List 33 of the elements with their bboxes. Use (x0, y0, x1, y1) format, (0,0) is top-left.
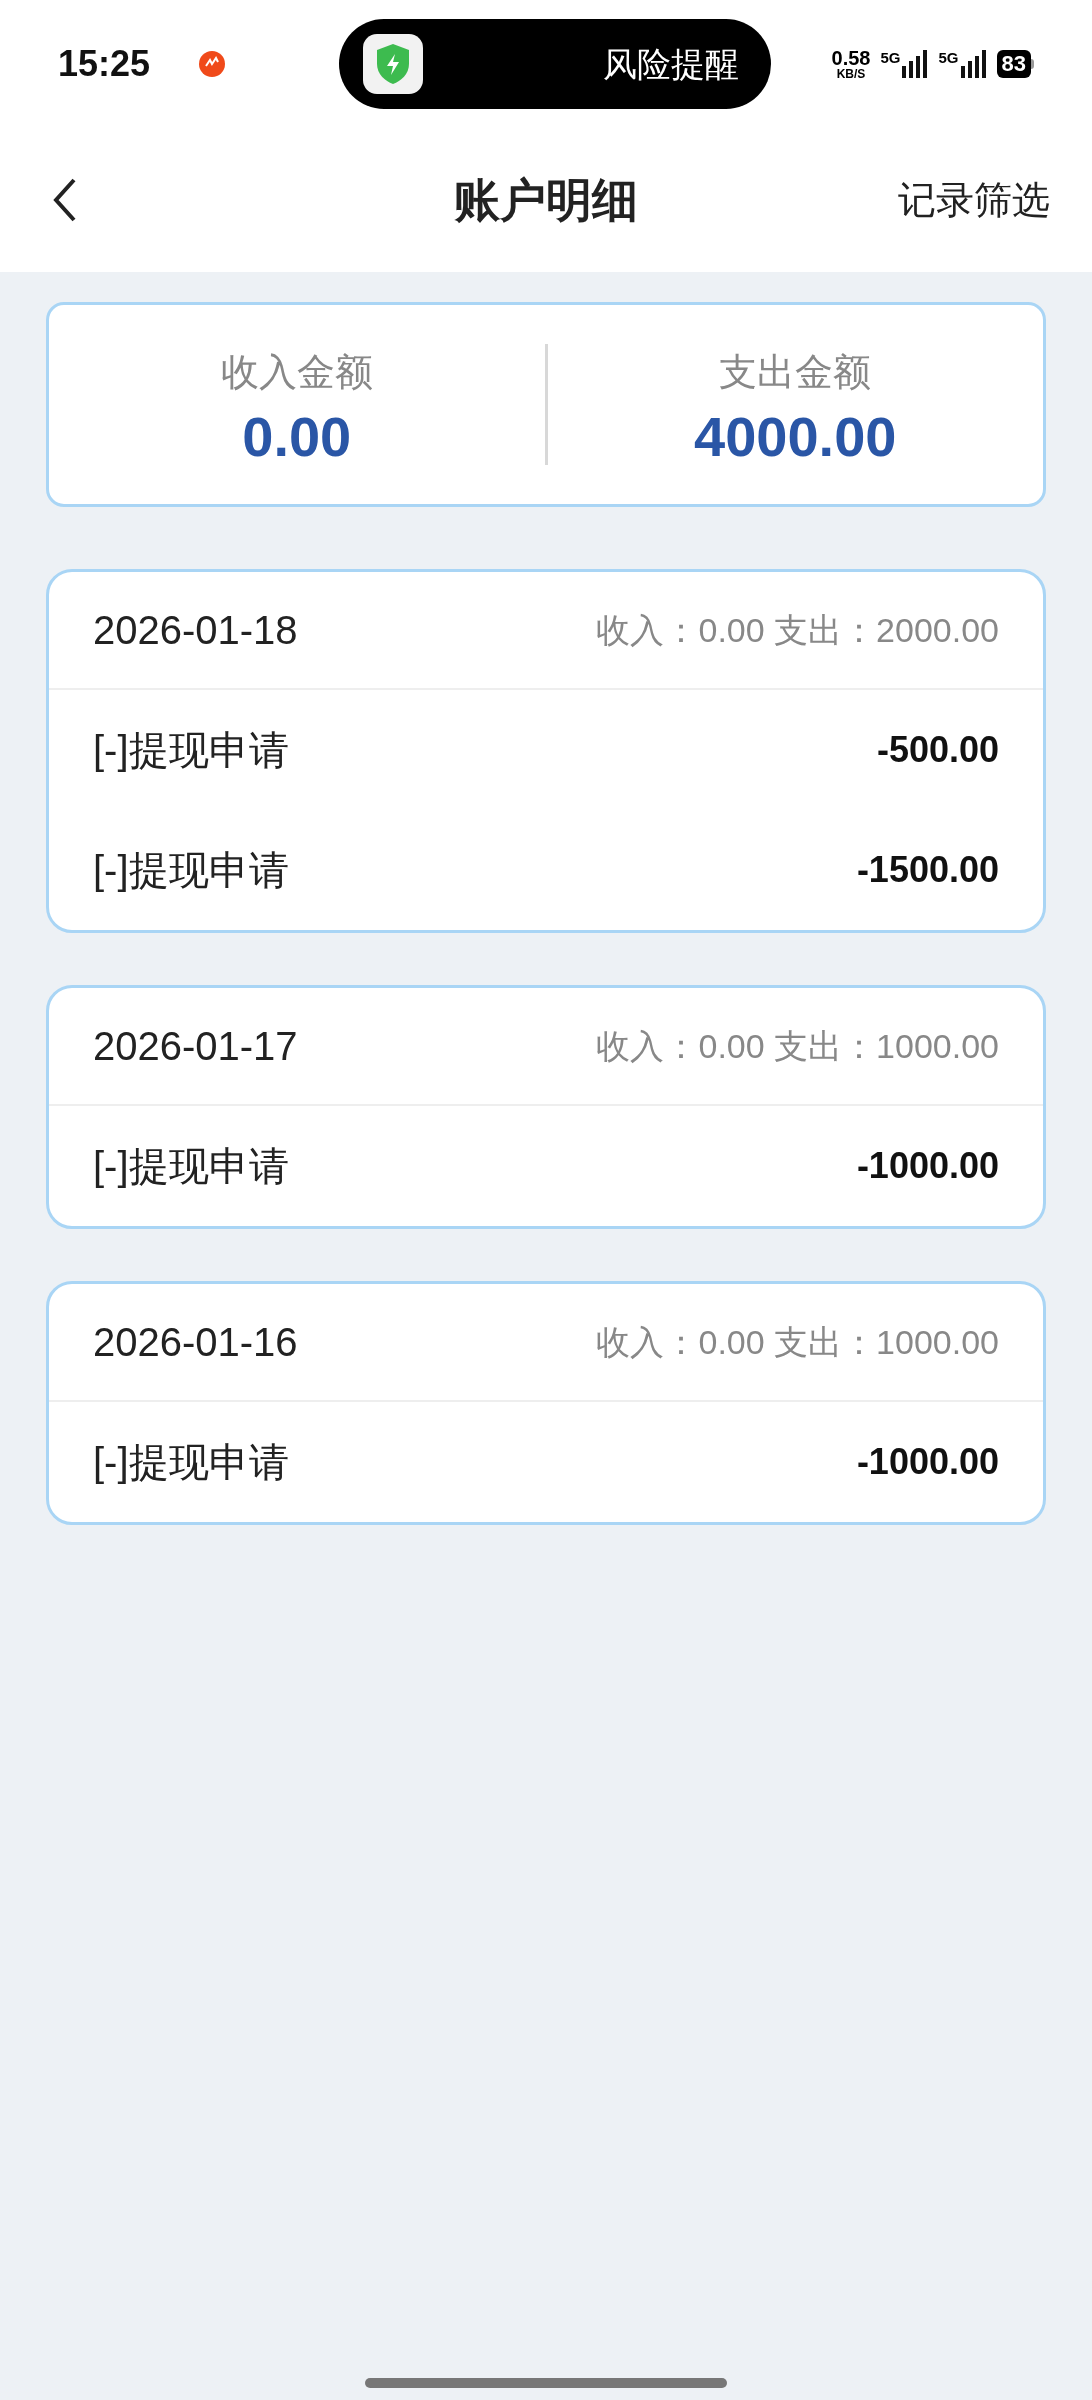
network-label: 5G (880, 50, 901, 65)
battery-icon: 83 (996, 50, 1034, 78)
record-amount: -500.00 (876, 728, 999, 772)
network-speed: 0.58 (831, 48, 871, 68)
summary-label: 收入金额 (220, 350, 373, 395)
signal-icon (960, 50, 987, 78)
day-totals: 收入：0.00 支出：2000.00 (596, 609, 999, 651)
record-title: [-]提现申请 (93, 1439, 289, 1486)
clock: 15:25 (58, 42, 151, 86)
back-icon[interactable] (52, 178, 78, 222)
day-totals: 收入：0.00 支出：1000.00 (596, 1025, 999, 1067)
record-amount: -1000.00 (856, 1144, 999, 1188)
record-amount: -1000.00 (856, 1440, 999, 1484)
day-date: 2026-01-16 (93, 1319, 298, 1366)
network-label: 5G (938, 50, 959, 65)
record-title: [-]提现申请 (93, 727, 289, 774)
shield-app-icon (362, 34, 423, 94)
record-title: [-]提现申请 (93, 1143, 289, 1190)
summary-label: 支出金额 (719, 350, 872, 395)
signal-icon (902, 50, 929, 78)
app-notification-icon (198, 50, 227, 78)
alert-text: 风险提醒 (602, 43, 739, 85)
record-title: [-]提现申请 (93, 847, 289, 894)
summary-amount: 4000.00 (694, 409, 897, 465)
speed-unit: KB/S (836, 68, 866, 80)
day-date: 2026-01-17 (93, 1023, 298, 1070)
dynamic-island[interactable]: 风险提醒 (338, 19, 771, 109)
record-amount: -1500.00 (856, 848, 999, 892)
page-title: 账户明细 (454, 172, 638, 228)
day-totals: 收入：0.00 支出：1000.00 (596, 1321, 999, 1363)
summary-amount: 0.00 (242, 409, 352, 465)
day-date: 2026-01-18 (93, 607, 298, 654)
filter-button[interactable]: 记录筛选 (898, 171, 1050, 229)
